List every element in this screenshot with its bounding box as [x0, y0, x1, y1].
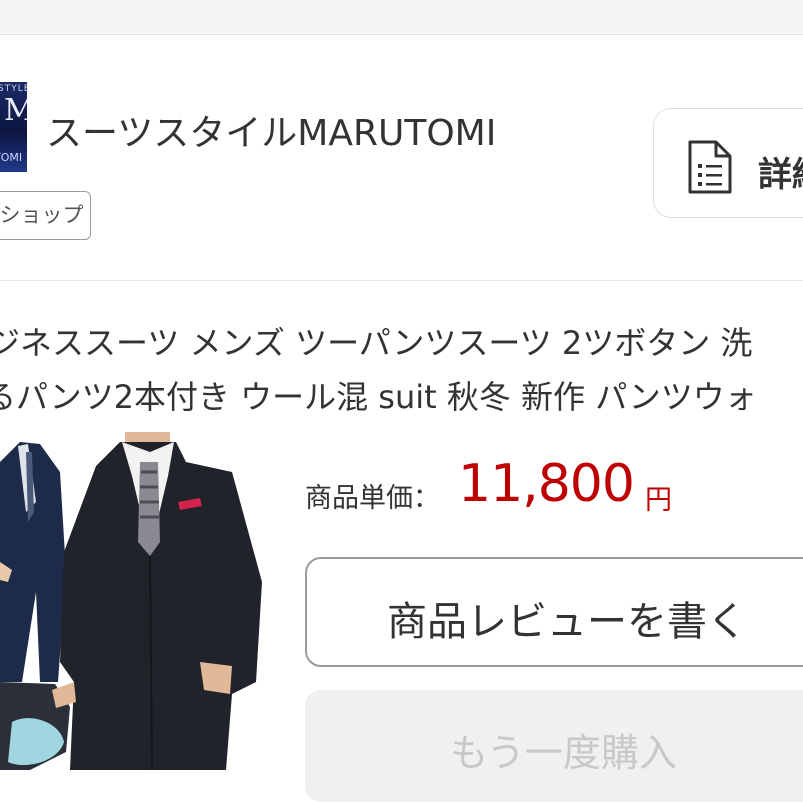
top-bar: [0, 0, 803, 35]
detail-button-label: 詳細: [758, 155, 803, 195]
price-label: 商品単価：: [305, 483, 440, 514]
logo-letter: M: [4, 93, 27, 128]
write-review-button[interactable]: 商品レビューを書く: [305, 557, 803, 667]
price-unit: 円: [645, 485, 672, 516]
buy-again-label: もう一度購入: [450, 731, 677, 775]
document-icon: [688, 140, 732, 194]
price-value: 11,800: [458, 454, 635, 514]
shop-logo[interactable]: STYLE- M TOMI: [0, 82, 27, 172]
write-review-label: 商品レビューを書く: [387, 599, 747, 645]
detail-button[interactable]: 詳細: [653, 108, 803, 218]
product-title-line-2[interactable]: るパンツ2本付き ウール混 suit 秋冬 新作 パンツウォ: [0, 372, 757, 418]
suit-photo-illustration: [0, 432, 275, 770]
logo-text-bottom: TOMI: [0, 151, 23, 164]
product-image[interactable]: [0, 432, 275, 770]
buy-again-button[interactable]: もう一度購入: [305, 690, 803, 802]
shop-tag-badge: ショップ: [0, 191, 91, 240]
divider: [0, 280, 803, 281]
product-title-line-1[interactable]: ジネススーツ メンズ ツーパンツスーツ 2ツボタン 洗: [0, 318, 752, 364]
shop-name[interactable]: スーツスタイルMARUTOMI: [46, 104, 496, 156]
